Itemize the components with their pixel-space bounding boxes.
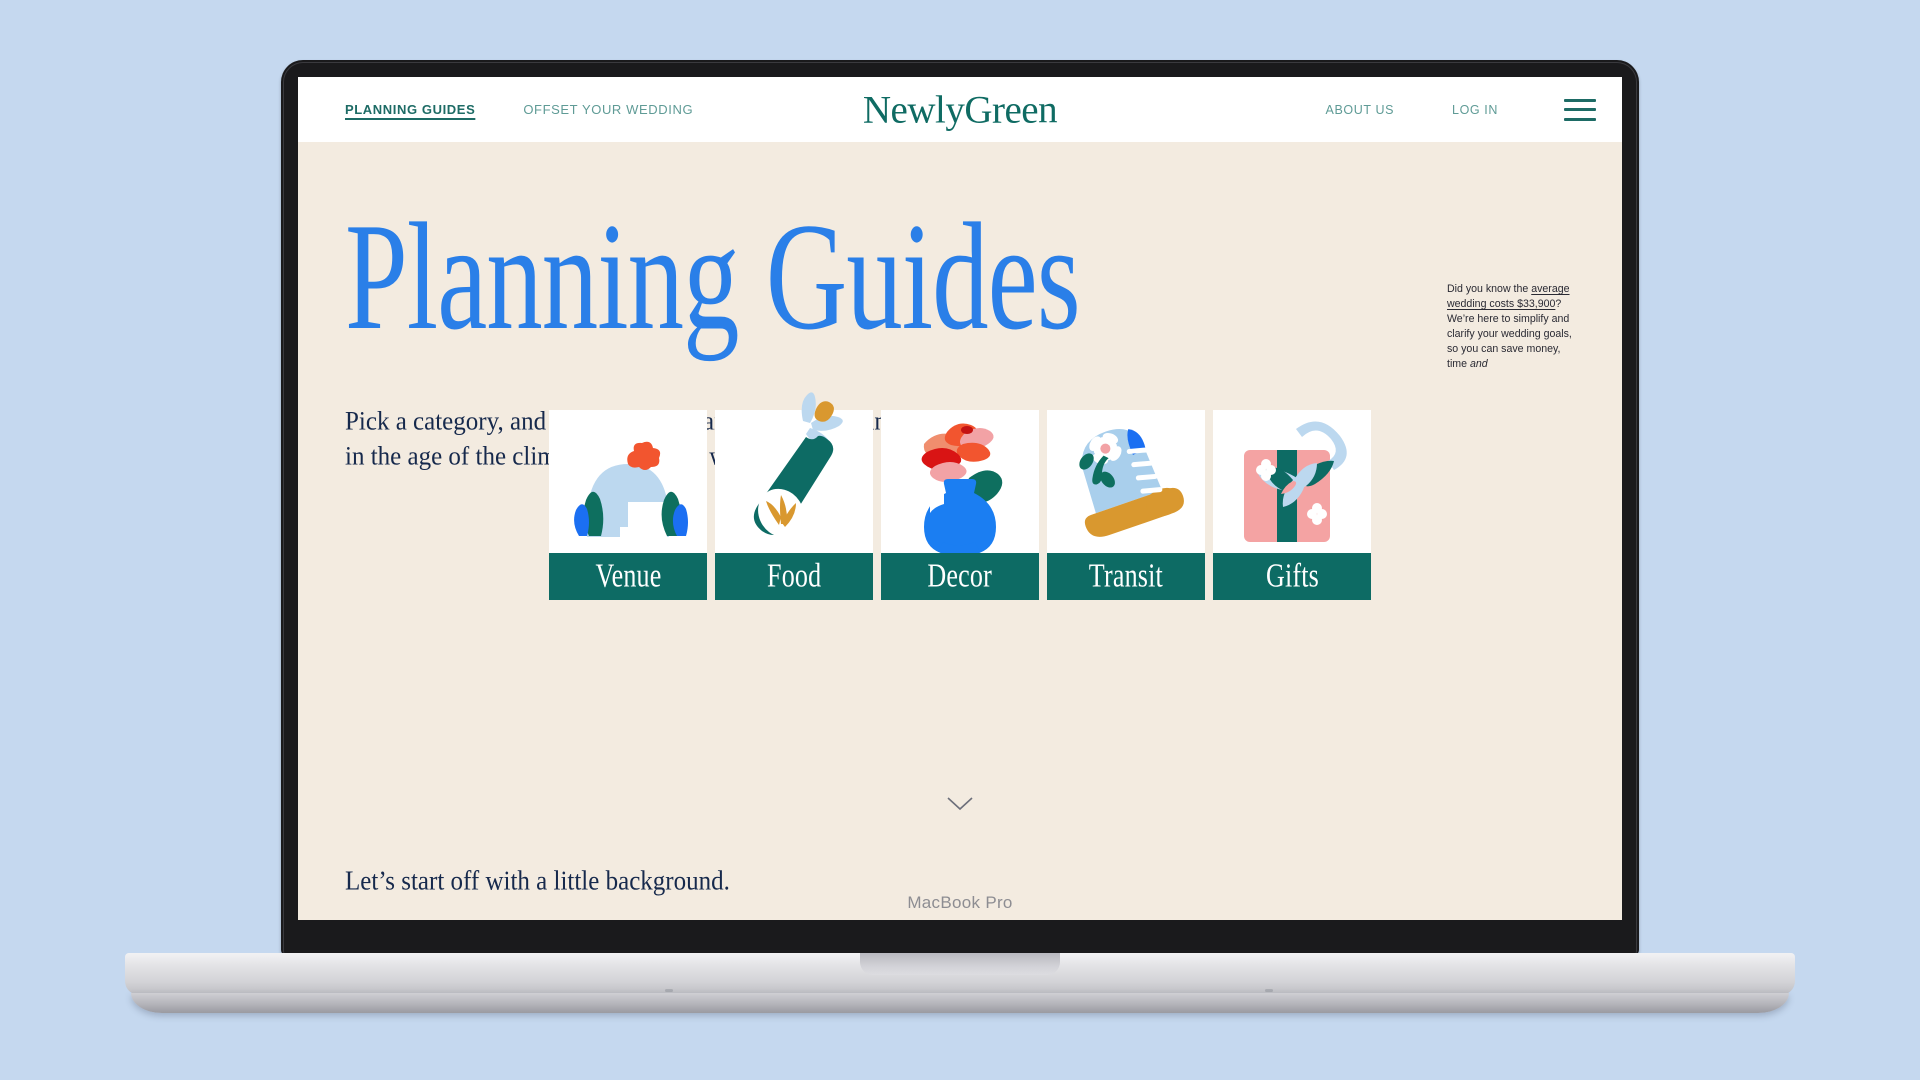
secondary-nav: ABOUT US LOG IN	[1326, 98, 1596, 121]
category-card-gifts[interactable]: Gifts	[1213, 410, 1371, 600]
nav-link-log-in[interactable]: LOG IN	[1452, 103, 1498, 117]
sidenote: Did you know the average wedding costs $…	[1447, 282, 1575, 372]
hamburger-menu-icon[interactable]	[1564, 98, 1596, 121]
gift-box-illustration	[1213, 410, 1371, 553]
base-foot	[1265, 989, 1273, 992]
brand-logo[interactable]: NewlyGreen	[863, 87, 1058, 132]
base-bevel	[131, 993, 1789, 1013]
gazebo-illustration	[549, 410, 707, 553]
category-card-venue[interactable]: Venue	[549, 410, 707, 600]
category-card-transit[interactable]: Transit	[1047, 410, 1205, 600]
category-card-label: Gifts	[1213, 553, 1371, 600]
base-foot	[665, 989, 673, 992]
macbook-model-label: MacBook Pro	[907, 892, 1013, 912]
nav-link-planning-guides[interactable]: PLANNING GUIDES	[345, 102, 475, 117]
category-card-label: Venue	[549, 553, 707, 600]
sidenote-italic-tail: and	[1469, 358, 1488, 371]
page-title: Planning Guides	[345, 191, 1081, 362]
website-viewport: PLANNING GUIDES OFFSET YOUR WEDDING Newl…	[298, 77, 1622, 920]
laptop-screen: PLANNING GUIDES OFFSET YOUR WEDDING Newl…	[298, 77, 1622, 920]
category-card-food[interactable]: Food	[715, 392, 873, 600]
base-slab	[125, 953, 1795, 995]
laptop-base	[125, 953, 1795, 1013]
base-notch	[860, 953, 1060, 975]
site-header: PLANNING GUIDES OFFSET YOUR WEDDING Newl…	[298, 77, 1622, 142]
scene: PLANNING GUIDES OFFSET YOUR WEDDING Newl…	[0, 0, 1920, 1080]
sidenote-intro: Did you know the	[1447, 283, 1532, 295]
category-card-label: Transit	[1047, 553, 1205, 600]
champagne-bottle-illustration	[715, 392, 873, 553]
nav-link-offset-your-wedding[interactable]: OFFSET YOUR WEDDING	[523, 102, 693, 117]
flower-vase-illustration	[881, 410, 1039, 553]
category-card-label: Food	[715, 553, 873, 600]
sneaker-illustration	[1047, 410, 1205, 553]
category-card-label: Decor	[881, 553, 1039, 600]
category-card-grid: Venue Food Decor Transit Gifts	[549, 392, 1371, 600]
primary-nav: PLANNING GUIDES OFFSET YOUR WEDDING	[345, 102, 693, 117]
laptop-lid: PLANNING GUIDES OFFSET YOUR WEDDING Newl…	[281, 60, 1639, 955]
macbook-pro-mockup: PLANNING GUIDES OFFSET YOUR WEDDING Newl…	[125, 60, 1795, 1013]
category-card-decor: Decor	[881, 410, 1039, 600]
nav-link-about-us[interactable]: ABOUT US	[1326, 103, 1394, 117]
chevron-down-icon[interactable]	[947, 797, 973, 816]
